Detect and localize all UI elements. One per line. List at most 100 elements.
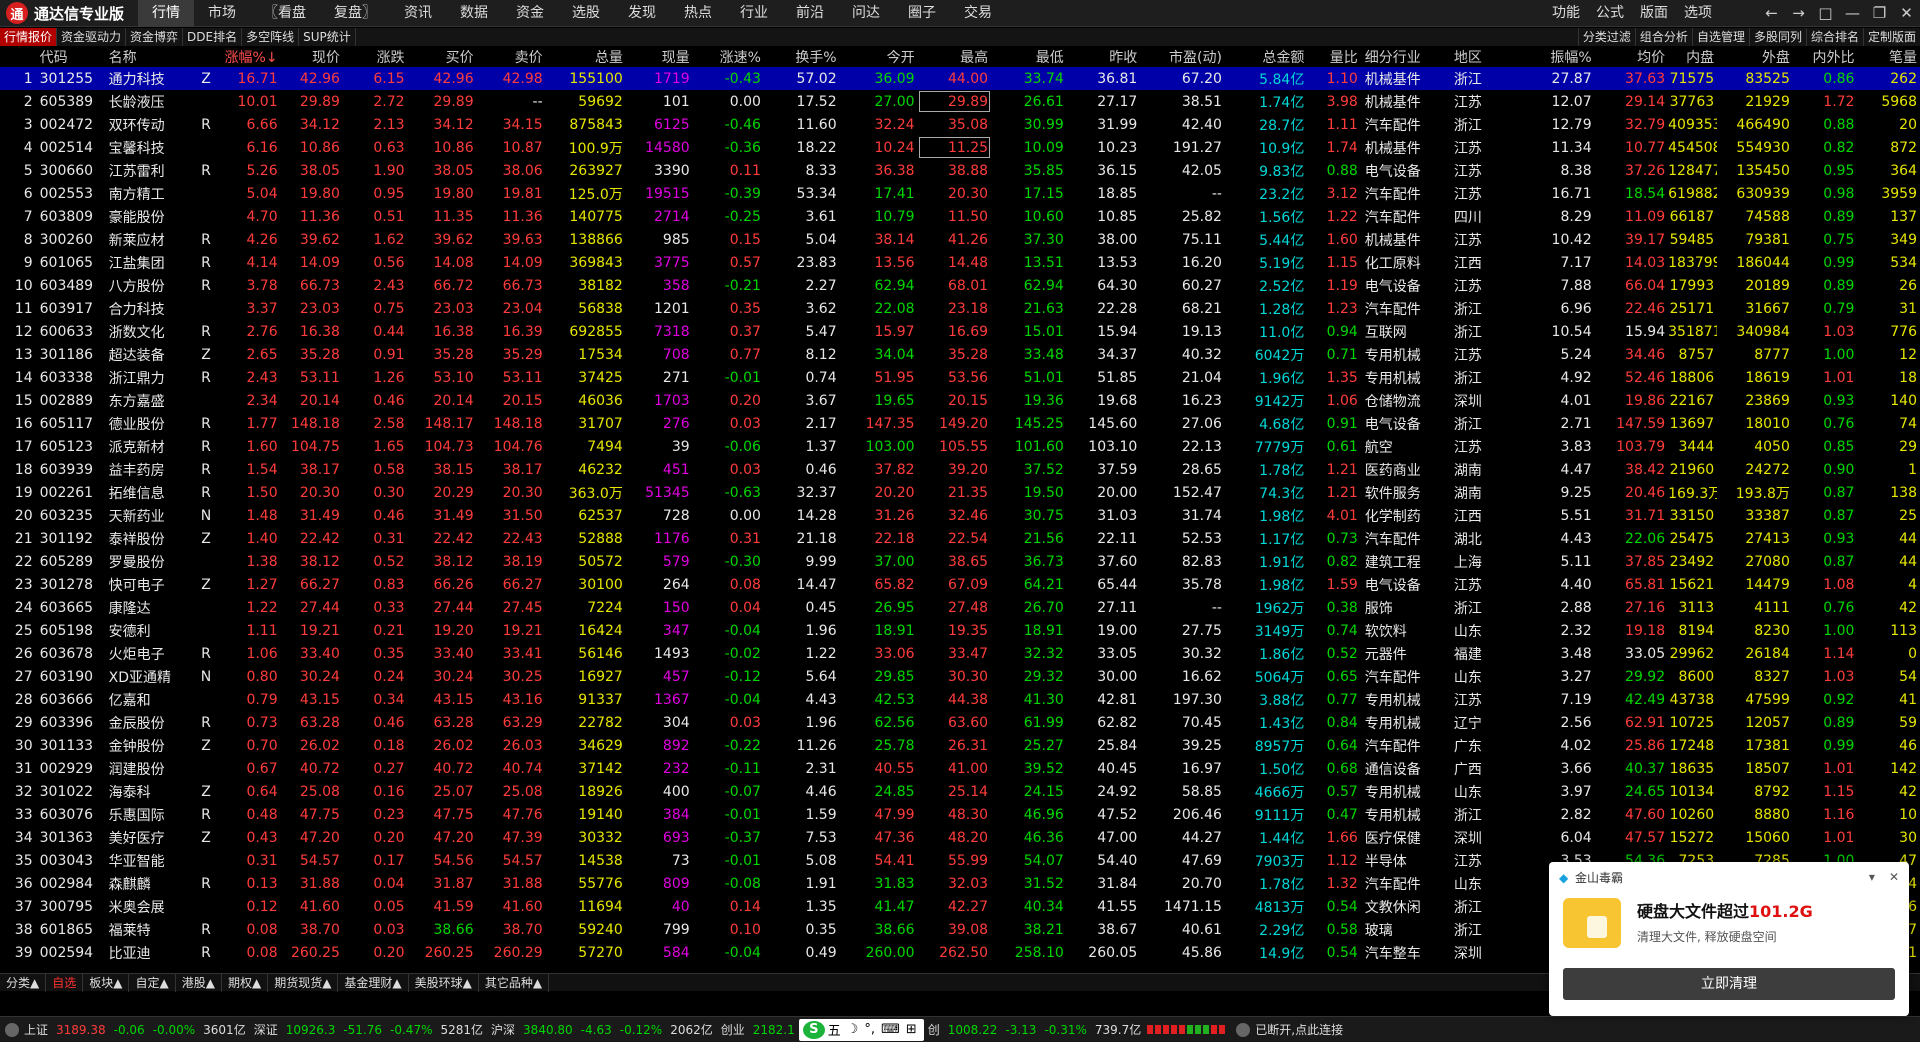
sogou-ime-icon[interactable]: S: [802, 1020, 825, 1039]
column-header-6[interactable]: 涨跌: [343, 46, 408, 67]
column-header-15[interactable]: 最低: [991, 46, 1067, 67]
table-row[interactable]: 32 301022 海泰科 Z 0.64 25.08 0.16 25.07 25.08 18926…: [0, 780, 1920, 803]
table-row[interactable]: 29 603396 金辰股份 R 0.73 63.28 0.46 63.28 63.29 2278…: [0, 711, 1920, 734]
ime-toolbar[interactable]: S 五 ☽ °, ⌨ ⊞: [798, 1018, 924, 1041]
table-row[interactable]: 8 300260 新莱应材 R 4.26 39.62 1.62 39.62 39.63 13886…: [0, 228, 1920, 251]
menu-item-11[interactable]: 前沿: [782, 0, 838, 27]
connection-status[interactable]: 已断开,点此连接: [1255, 1021, 1343, 1038]
table-row[interactable]: 33 603076 乐惠国际 R 0.48 47.75 0.23 47.75 47.76 1914…: [0, 803, 1920, 826]
menu-item-10[interactable]: 行业: [726, 0, 782, 27]
table-row[interactable]: 9 601065 江盐集团 R 4.14 14.09 0.56 14.08 14.09 36984…: [0, 251, 1920, 274]
ime-punct-icon[interactable]: °,: [864, 1022, 875, 1037]
menu-item-6[interactable]: 资金: [502, 0, 558, 27]
right-menu-item-2[interactable]: 版面: [1632, 0, 1676, 27]
table-row[interactable]: 5 300660 江苏雷利 R 5.26 38.05 1.90 38.05 38.06 26392…: [0, 159, 1920, 182]
ime-menu-icon[interactable]: ⊞: [906, 1022, 917, 1037]
table-row[interactable]: 14 603338 浙江鼎力 R 2.43 53.11 1.26 53.10 53.11 3742…: [0, 366, 1920, 389]
subtab-4[interactable]: 多空阵线: [242, 28, 300, 46]
bottom-tab-7[interactable]: 基金理财▲: [338, 973, 409, 992]
table-row[interactable]: 19 002261 拓维信息 R 1.50 20.30 0.30 20.29 20.30 363.…: [0, 481, 1920, 504]
column-header-27[interactable]: 笔量: [1857, 46, 1920, 67]
connection-icon[interactable]: [1236, 1022, 1251, 1037]
subtab-right-2[interactable]: 自选管理: [1691, 28, 1749, 46]
column-header-24[interactable]: 内盘: [1668, 46, 1717, 67]
table-row[interactable]: 4 002514 宝馨科技 6.16 10.86 0.63 10.86 10.87 100.9万…: [0, 136, 1920, 159]
column-header-3[interactable]: [196, 46, 216, 67]
column-header-7[interactable]: 买价: [408, 46, 477, 67]
column-header-23[interactable]: 均价: [1595, 46, 1669, 67]
subtab-right-4[interactable]: 综合排名: [1805, 28, 1863, 46]
column-header-19[interactable]: 量比: [1307, 46, 1360, 67]
table-row[interactable]: 26 603678 火炬电子 R 1.06 33.40 0.35 33.40 33.41 5614…: [0, 642, 1920, 665]
table-row[interactable]: 27 603190 XD亚通精 N 0.80 30.24 0.24 30.24 30.25 169…: [0, 665, 1920, 688]
column-header-10[interactable]: 现量: [626, 46, 693, 67]
table-row[interactable]: 3 002472 双环传动 R 6.66 34.12 2.13 34.12 34.15 87584…: [0, 113, 1920, 136]
column-header-26[interactable]: 内外比: [1793, 46, 1858, 67]
table-row[interactable]: 6 002553 南方精工 5.04 19.80 0.95 19.80 19.81 125.0万…: [0, 182, 1920, 205]
menu-item-14[interactable]: 交易: [950, 0, 1006, 27]
menu-item-12[interactable]: 问达: [838, 0, 894, 27]
table-row[interactable]: 28 603666 亿嘉和 0.79 43.15 0.34 43.15 43.16 91337 1…: [0, 688, 1920, 711]
subtab-0[interactable]: 行情报价: [0, 28, 58, 46]
table-row[interactable]: 21 301192 泰祥股份 Z 1.40 22.42 0.31 22.42 22.43 5288…: [0, 527, 1920, 550]
popup-menu-icon[interactable]: ▾: [1869, 870, 1875, 884]
subtab-5[interactable]: SUP统计: [299, 28, 356, 46]
clean-now-button[interactable]: 立即清理: [1563, 968, 1895, 1000]
column-header-1[interactable]: 代码: [36, 46, 105, 67]
table-row[interactable]: 11 603917 合力科技 3.37 23.03 0.75 23.03 23.04 56838…: [0, 297, 1920, 320]
popup-close-icon[interactable]: ✕: [1889, 870, 1899, 884]
right-menu-item-0[interactable]: 功能: [1544, 0, 1588, 27]
table-row[interactable]: 34 301363 美好医疗 Z 0.43 47.20 0.20 47.20 47.39 3033…: [0, 826, 1920, 849]
column-header-13[interactable]: 今开: [840, 46, 918, 67]
column-header-17[interactable]: 市盈(动): [1140, 46, 1225, 67]
ime-moon-icon[interactable]: ☽: [847, 1022, 859, 1037]
table-row[interactable]: 17 605123 派克新材 R 1.60 104.75 1.65 104.73 104.76 7…: [0, 435, 1920, 458]
column-header-9[interactable]: 总量: [546, 46, 626, 67]
table-row[interactable]: 7 603809 豪能股份 4.70 11.36 0.51 11.35 11.36 140775…: [0, 205, 1920, 228]
bottom-tab-0[interactable]: 分类▲: [0, 973, 47, 992]
subtab-right-1[interactable]: 组合分析: [1634, 28, 1692, 46]
right-menu-item-1[interactable]: 公式: [1588, 0, 1632, 27]
table-row[interactable]: 10 603489 八方股份 R 3.78 66.73 2.43 66.72 66.73 3818…: [0, 274, 1920, 297]
table-row[interactable]: 1 301255 通力科技 Z 16.71 42.96 6.15 42.96 42.98 1551…: [0, 67, 1920, 90]
column-header-16[interactable]: 昨收: [1067, 46, 1141, 67]
menu-item-7[interactable]: 选股: [558, 0, 614, 27]
ime-keyboard-icon[interactable]: ⌨: [881, 1022, 900, 1037]
forward-arrow-icon[interactable]: →: [1785, 0, 1812, 27]
ime-mode[interactable]: 五: [828, 1020, 841, 1039]
column-header-20[interactable]: 细分行业: [1361, 46, 1450, 67]
column-header-14[interactable]: 最高: [918, 46, 992, 67]
back-arrow-icon[interactable]: ←: [1758, 0, 1785, 27]
menu-item-3[interactable]: 复盘〗: [320, 0, 390, 27]
status-menu-icon[interactable]: [5, 1022, 19, 1037]
table-row[interactable]: 22 605289 罗曼股份 1.38 38.12 0.52 38.12 38.19 50572…: [0, 550, 1920, 573]
subtab-2[interactable]: 资金博弈: [126, 28, 184, 46]
subtab-right-0[interactable]: 分类过滤: [1577, 28, 1635, 46]
column-header-18[interactable]: 总金额: [1225, 46, 1307, 67]
column-header-21[interactable]: 地区: [1450, 46, 1517, 67]
table-row[interactable]: 18 603939 益丰药房 R 1.54 38.17 0.58 38.15 38.17 4623…: [0, 458, 1920, 481]
menu-item-8[interactable]: 发现: [614, 0, 670, 27]
minimize-icon[interactable]: —: [1839, 0, 1866, 27]
table-row[interactable]: 30 301133 金钟股份 Z 0.70 26.02 0.18 26.02 26.03 3462…: [0, 734, 1920, 757]
column-header-12[interactable]: 换手%: [764, 46, 840, 67]
table-row[interactable]: 31 002929 润建股份 0.67 40.72 0.27 40.72 40.74 37142…: [0, 757, 1920, 780]
right-menu-item-3[interactable]: 选项: [1676, 0, 1720, 27]
menu-item-13[interactable]: 圈子: [894, 0, 950, 27]
menu-item-4[interactable]: 资讯: [390, 0, 446, 27]
column-header-8[interactable]: 卖价: [477, 46, 546, 67]
menu-item-5[interactable]: 数据: [446, 0, 502, 27]
bottom-tab-5[interactable]: 期权▲: [222, 973, 269, 992]
menu-item-0[interactable]: 行情: [138, 0, 195, 27]
menu-item-9[interactable]: 热点: [670, 0, 726, 27]
bottom-tab-3[interactable]: 自定▲: [129, 973, 176, 992]
column-header-22[interactable]: 振幅%: [1517, 46, 1595, 67]
table-row[interactable]: 2 605389 长龄液压 10.01 29.89 2.72 29.89 -- 59692 101…: [0, 90, 1920, 113]
menu-item-1[interactable]: 市场: [194, 0, 250, 27]
column-header-5[interactable]: 现价: [281, 46, 343, 67]
table-row[interactable]: 13 301186 超达装备 Z 2.65 35.28 0.91 35.28 35.29 1753…: [0, 343, 1920, 366]
table-row[interactable]: 16 605117 德业股份 R 1.77 148.18 2.58 148.17 148.18 3…: [0, 412, 1920, 435]
table-row[interactable]: 12 600633 浙数文化 R 2.76 16.38 0.44 16.38 16.39 6928…: [0, 320, 1920, 343]
bottom-tab-2[interactable]: 板块▲: [83, 973, 130, 992]
bottom-tab-4[interactable]: 港股▲: [176, 973, 222, 992]
